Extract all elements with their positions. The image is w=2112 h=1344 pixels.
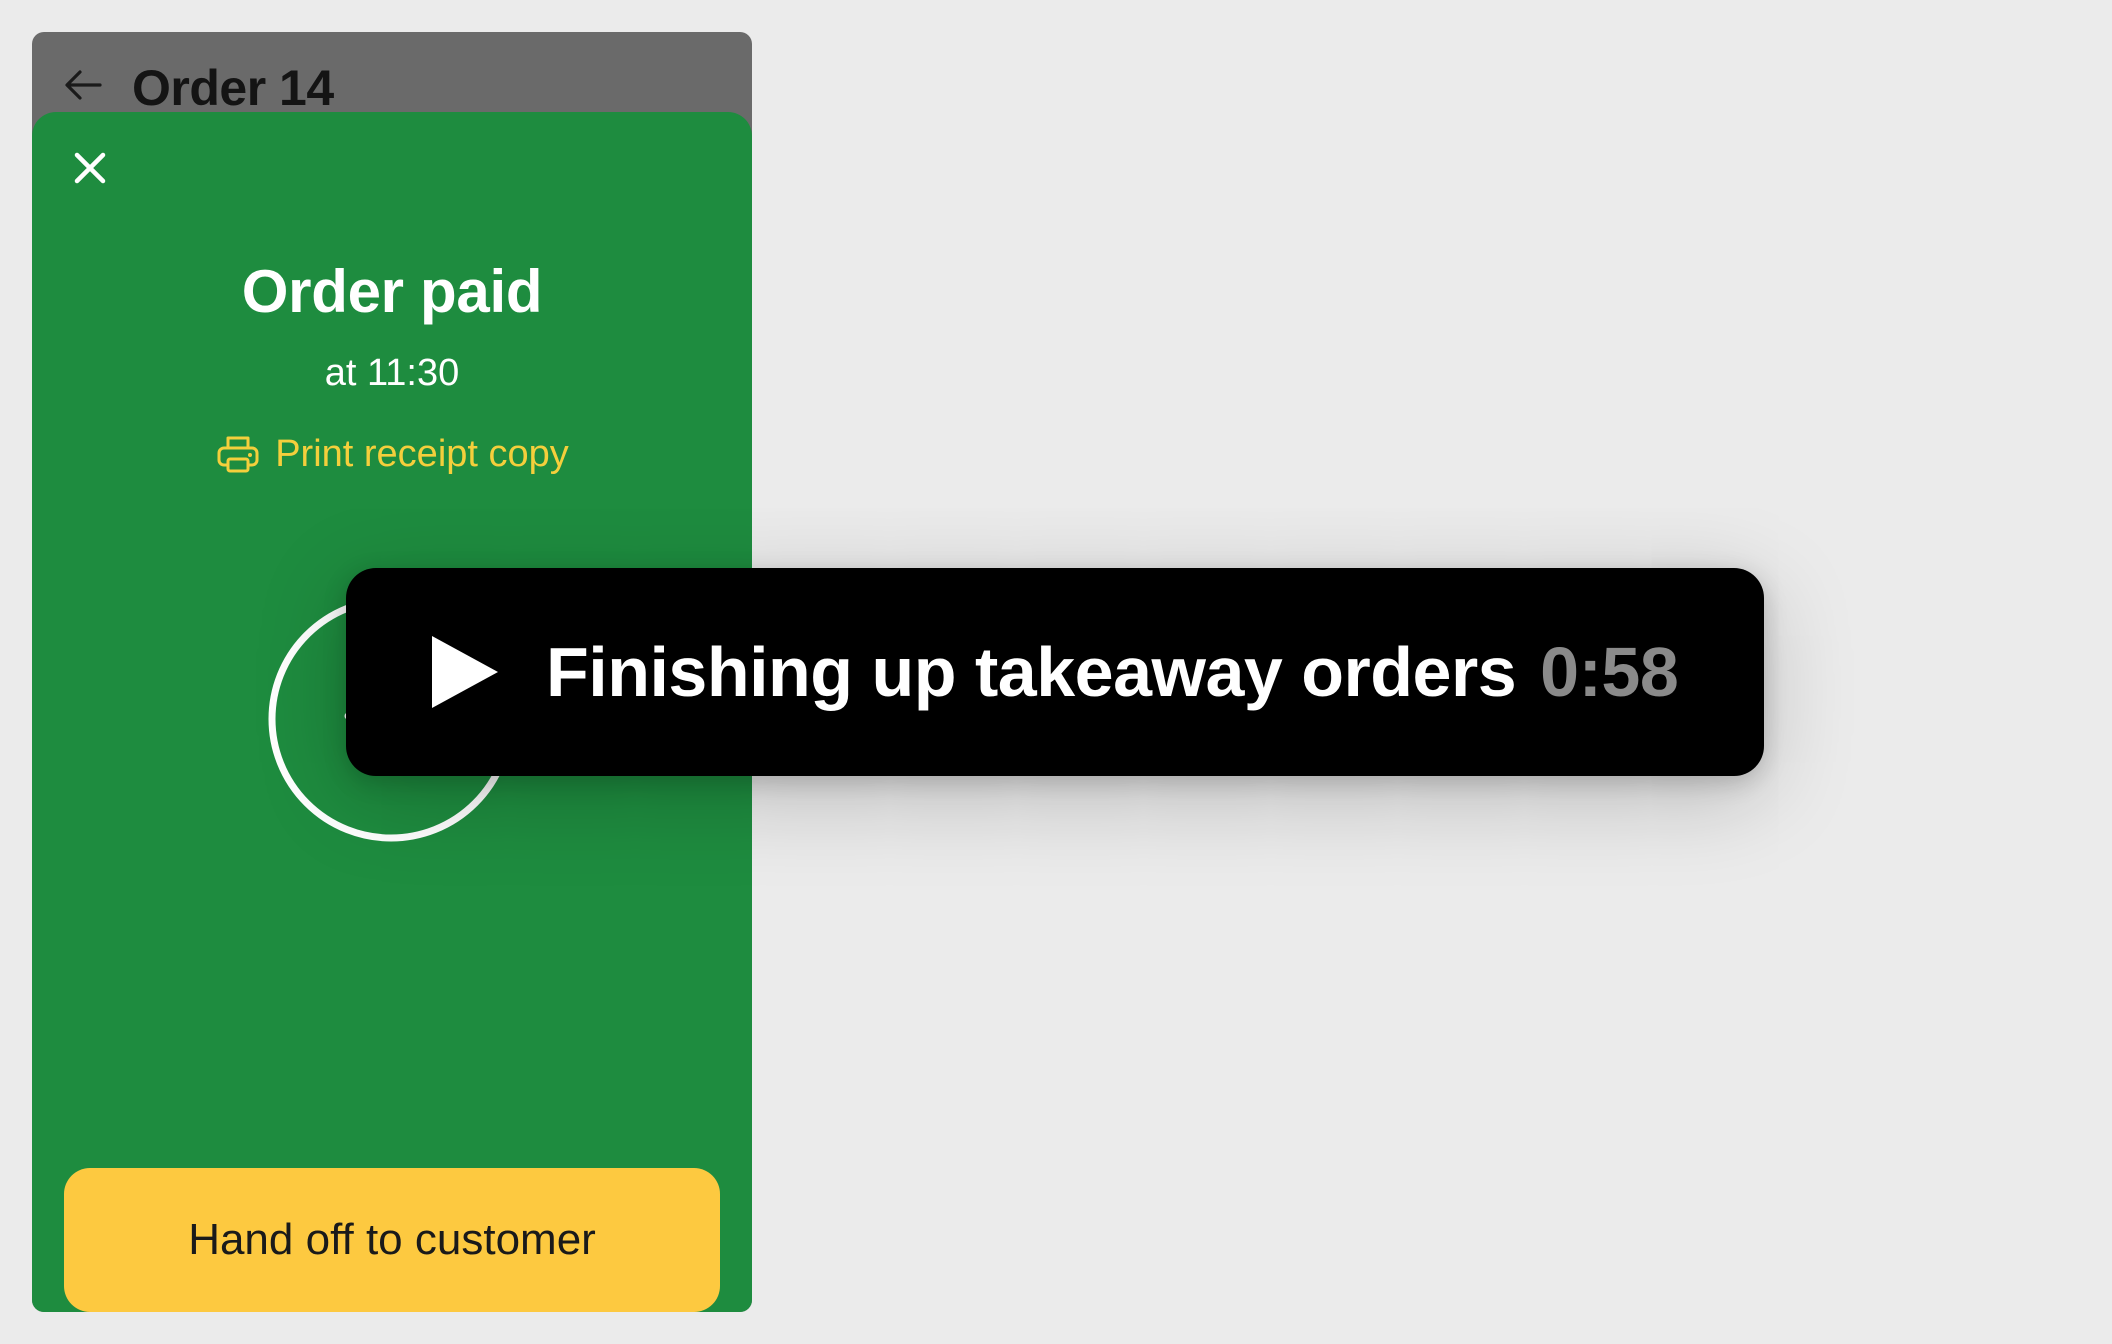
hand-off-button-label: Hand off to customer	[188, 1215, 596, 1264]
close-button[interactable]	[62, 140, 118, 196]
back-arrow-icon[interactable]	[62, 64, 104, 106]
printer-icon	[217, 436, 259, 473]
page-title: Order 14	[132, 60, 334, 116]
hand-off-button[interactable]: Hand off to customer	[64, 1168, 720, 1312]
print-receipt-link[interactable]: Print receipt copy	[32, 424, 752, 484]
sheet-title: Order paid	[241, 258, 543, 325]
play-icon[interactable]	[428, 632, 502, 712]
close-icon	[74, 152, 106, 184]
print-receipt-label: Print receipt copy	[275, 433, 569, 475]
video-chapter-overlay[interactable]: Finishing up takeaway orders 0:58	[346, 568, 1764, 776]
chapter-title: Finishing up takeaway orders	[546, 633, 1517, 711]
chapter-duration: 0:58	[1540, 633, 1679, 711]
screen: Order 14 Order paid at 11:30 Print recei…	[0, 0, 2112, 1344]
paid-time: at 11:30	[324, 352, 460, 394]
chapter-info: Finishing up takeaway orders 0:58	[546, 568, 1679, 776]
